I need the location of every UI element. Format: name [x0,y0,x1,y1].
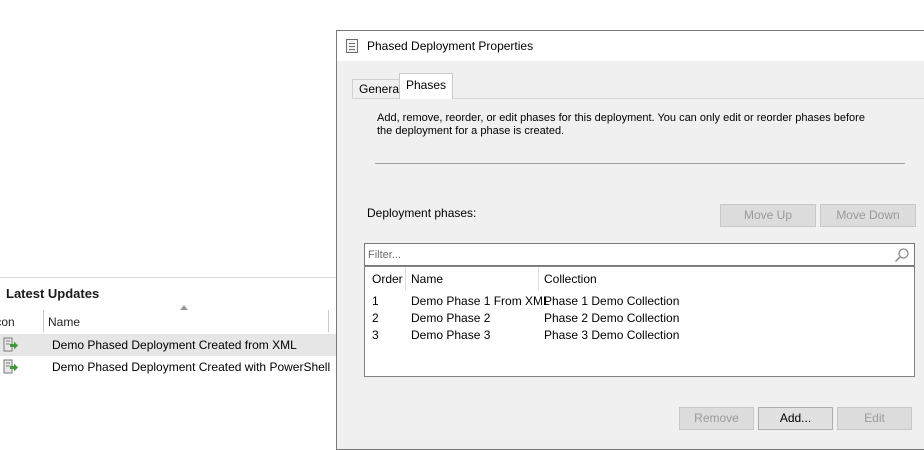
filter-box [364,243,915,266]
tab-phases[interactable]: Phases [399,73,454,99]
list-item[interactable]: Demo Phased Deployment Created from XML [0,334,337,356]
table-row[interactable]: 3 Demo Phase 3 Phase 3 Demo Collection [365,327,914,344]
deployment-icon [3,359,18,374]
table-row[interactable]: 1 Demo Phase 1 From XML Phase 1 Demo Col… [365,293,914,310]
column-divider[interactable] [328,310,329,332]
dialog-titlebar[interactable]: Phased Deployment Properties [337,31,924,61]
filter-input[interactable] [368,246,888,263]
column-header-row: Icon Name [0,305,337,334]
phases-list-header: Order Name Collection [365,267,914,291]
edit-button[interactable]: Edit [837,407,912,430]
column-divider[interactable] [43,310,44,332]
column-header-name[interactable]: Name [48,315,80,329]
phase-name: Demo Phase 3 [411,328,491,342]
sort-ascending-icon [180,305,188,310]
phase-name: Demo Phase 2 [411,311,491,325]
move-up-button[interactable]: Move Up [720,204,816,227]
pane-title: Latest Updates [6,286,100,301]
table-row[interactable]: 2 Demo Phase 2 Phase 2 Demo Collection [365,310,914,327]
column-header-icon[interactable]: Icon [0,315,15,329]
column-header-order[interactable]: Order [372,272,403,286]
phase-order: 1 [372,294,379,308]
column-divider[interactable] [405,267,406,291]
column-divider[interactable] [538,267,539,291]
phases-list[interactable]: Order Name Collection 1 Demo Phase 1 Fro… [364,266,915,377]
phase-order: 3 [372,328,379,342]
phase-collection: Phase 2 Demo Collection [544,311,680,325]
properties-dialog: Phased Deployment Properties General Pha… [336,30,924,450]
phase-name: Demo Phase 1 From XML [411,294,550,308]
column-header-name[interactable]: Name [411,272,443,286]
list-item-name: Demo Phased Deployment Created with Powe… [52,360,331,374]
properties-sheet-icon [346,39,358,53]
phase-collection: Phase 3 Demo Collection [544,328,680,342]
list-item-name: Demo Phased Deployment Created from XML [52,338,297,352]
search-icon[interactable] [894,247,910,263]
description-text: Add, remove, reorder, or edit phases for… [377,112,865,137]
column-header-collection[interactable]: Collection [544,272,597,286]
dialog-title: Phased Deployment Properties [367,39,534,53]
list-item[interactable]: Demo Phased Deployment Created with Powe… [0,356,337,378]
remove-button[interactable]: Remove [679,407,754,430]
pane-separator [0,277,337,278]
move-down-button[interactable]: Move Down [820,204,916,227]
add-button[interactable]: Add... [758,407,833,430]
phase-order: 2 [372,311,379,325]
deployment-icon [3,337,18,352]
deployment-phases-label: Deployment phases: [367,206,477,220]
separator-line [375,163,905,164]
phase-collection: Phase 1 Demo Collection [544,294,680,308]
